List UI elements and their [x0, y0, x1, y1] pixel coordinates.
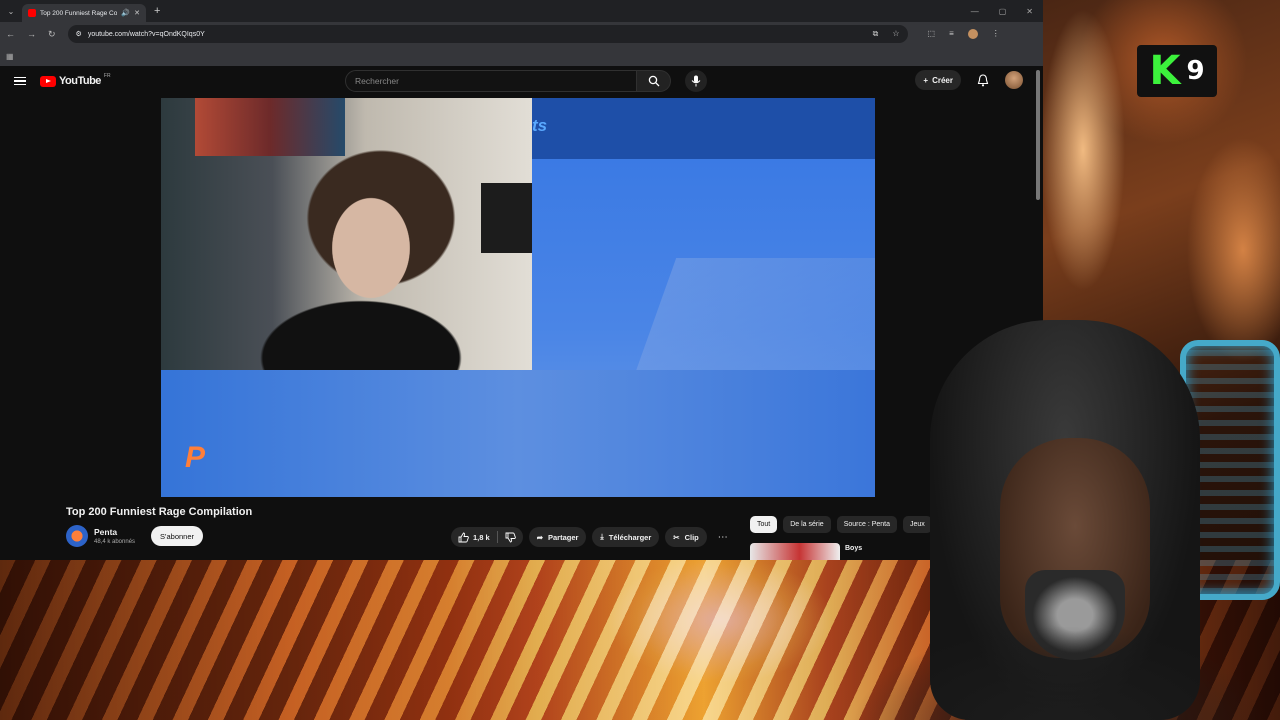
notifications-bell-icon[interactable] — [977, 73, 989, 87]
media-control-icon[interactable]: ≡ — [949, 29, 954, 39]
maximize-icon[interactable]: ▢ — [999, 7, 1007, 16]
youtube-logo[interactable]: YouTube FR — [40, 73, 111, 87]
voice-search-button[interactable] — [685, 70, 707, 92]
search-input[interactable]: Rechercher — [345, 70, 637, 92]
plus-icon: + — [923, 75, 929, 85]
microphone-icon — [691, 75, 701, 87]
new-tab-icon[interactable]: + — [154, 5, 160, 17]
badge-number: 9 — [1186, 56, 1205, 86]
search-icon — [648, 75, 659, 87]
facecam-poster — [195, 98, 345, 156]
channel-info: Penta 48,4 k abonnés — [94, 527, 135, 545]
channel-name[interactable]: Penta — [94, 527, 135, 537]
like-button[interactable]: 1,8 k — [451, 527, 497, 547]
back-icon[interactable]: ← — [6, 29, 15, 39]
minimize-icon[interactable]: — — [971, 7, 979, 16]
youtube-favicon-icon — [28, 9, 36, 17]
video-facecam — [161, 98, 532, 370]
page-scrollbar[interactable] — [1036, 70, 1040, 200]
forward-icon[interactable]: → — [27, 29, 36, 39]
more-actions-icon[interactable]: ⋯ — [713, 532, 733, 543]
tab-strip: ⌄ Top 200 Funniest Rage Com 🔊 ✕ + — ▢ ✕ — [0, 0, 1043, 22]
video-actions: 1,8 k ➦ Partager ⤓ Télécharger ✂ Clip ⋯ — [451, 527, 733, 547]
url-text: youtube.com/watch?v=qOndKQIqs0Y — [87, 30, 205, 38]
window-controls: — ▢ ✕ — [971, 7, 1043, 16]
address-bar: ← → ↻ ⚙ youtube.com/watch?v=qOndKQIqs0Y … — [0, 22, 1043, 46]
create-button[interactable]: + Créer — [915, 70, 961, 90]
search-button[interactable] — [637, 70, 671, 92]
reload-icon[interactable]: ↻ — [48, 29, 56, 40]
extensions-icon[interactable]: ⬚ — [928, 29, 936, 39]
video-banner: ts — [532, 98, 875, 159]
video-scene-floor — [161, 370, 875, 497]
penta-logo-icon: P — [185, 441, 206, 474]
k9-channel-badge: K 9 — [1137, 45, 1217, 97]
url-field[interactable]: ⚙ youtube.com/watch?v=qOndKQIqs0Y ⧉ ☆ — [67, 25, 908, 43]
facecam-shelf — [481, 183, 532, 253]
youtube-wordmark: YouTube — [59, 75, 101, 87]
video-overlay-text: ts — [532, 116, 548, 135]
user-avatar[interactable] — [1005, 71, 1023, 89]
clip-label: Clip — [684, 532, 699, 542]
scissors-icon: ✂ — [673, 532, 680, 542]
tab-search-icon[interactable]: ⌄ — [0, 7, 22, 16]
share-button[interactable]: ➦ Partager — [528, 527, 587, 547]
search-box: Rechercher — [345, 70, 707, 92]
close-window-icon[interactable]: ✕ — [1026, 7, 1033, 16]
download-icon: ⤓ — [600, 532, 604, 541]
subscribe-button[interactable]: S'abonner — [151, 526, 204, 546]
video-player[interactable]: ts P — [161, 98, 875, 497]
like-dislike-group: 1,8 k — [451, 527, 523, 547]
video-title: Top 200 Funniest Rage Compilation — [66, 506, 253, 518]
create-label: Créer — [932, 75, 953, 85]
bookmark-star-icon[interactable]: ☆ — [892, 29, 899, 39]
tab-title: Top 200 Funniest Rage Com — [40, 9, 118, 17]
streamer-body — [800, 590, 1280, 720]
bookmarks-bar: ▦ — [0, 46, 1043, 66]
download-label: Télécharger — [608, 532, 652, 542]
profile-avatar-icon[interactable] — [967, 29, 978, 39]
subscriber-count: 48,4 k abonnés — [94, 539, 136, 545]
menu-icon[interactable] — [14, 75, 26, 88]
clip-button[interactable]: ✂ Clip — [665, 527, 707, 547]
thumbs-up-icon — [458, 532, 469, 542]
browser-menu-icon[interactable]: ⋮ — [992, 29, 1000, 39]
streamer-webcam — [800, 320, 1280, 720]
share-label: Partager — [547, 532, 579, 542]
tab-close-icon[interactable]: ✕ — [134, 9, 140, 17]
site-info-icon[interactable]: ⚙ — [76, 30, 82, 38]
youtube-masthead: YouTube FR Rechercher + Créer — [0, 66, 1043, 96]
masthead-actions: + Créer — [915, 70, 1023, 90]
speaker-icon[interactable]: 🔊 — [121, 9, 130, 17]
channel-row: Penta 48,4 k abonnés S'abonner — [66, 525, 204, 547]
dislike-button[interactable] — [498, 527, 523, 547]
apps-grid-icon[interactable]: ▦ — [6, 52, 14, 61]
badge-letter: K — [1149, 48, 1181, 94]
chip-all[interactable]: Tout — [750, 516, 778, 533]
like-count: 1,8 k — [473, 532, 490, 542]
country-code: FR — [103, 73, 111, 79]
channel-avatar[interactable] — [66, 525, 88, 547]
download-button[interactable]: ⤓ Télécharger — [592, 527, 660, 547]
youtube-play-icon — [40, 75, 56, 87]
share-icon: ➦ — [536, 532, 543, 542]
thumbs-down-icon — [505, 532, 516, 542]
install-app-icon[interactable]: ⧉ — [873, 29, 879, 39]
tab-youtube[interactable]: Top 200 Funniest Rage Com 🔊 ✕ — [22, 4, 146, 22]
